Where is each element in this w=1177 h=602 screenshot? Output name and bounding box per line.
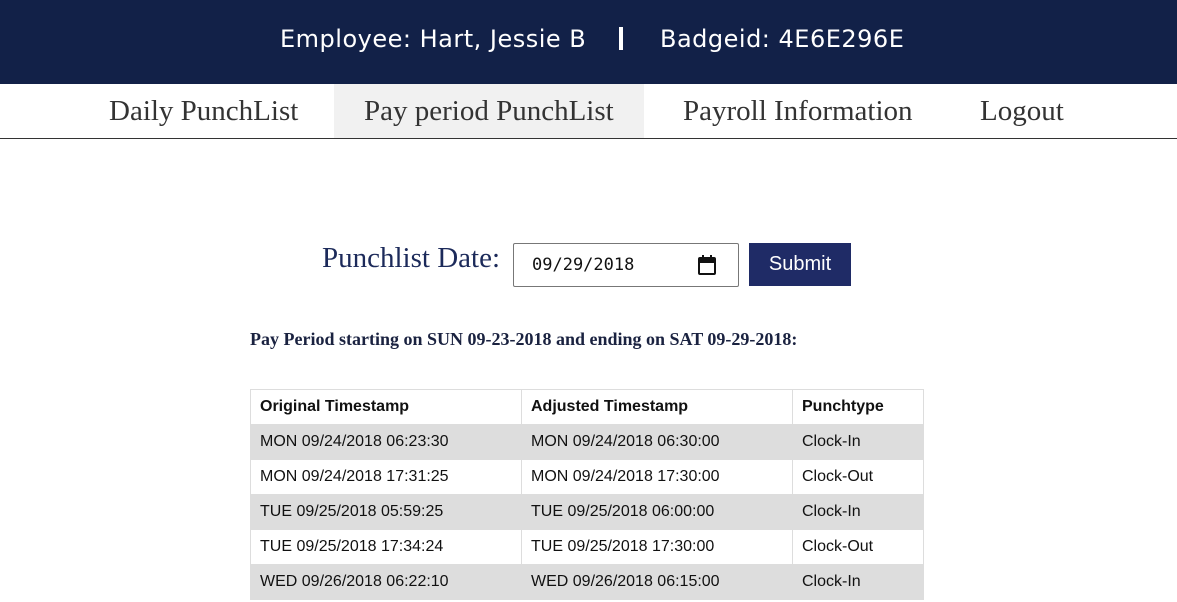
punchtype-cell: Clock-In — [792, 424, 924, 460]
original-timestamp-cell: TUE 09/25/2018 05:59:25 — [250, 494, 522, 530]
adjusted-timestamp-cell: MON 09/24/2018 17:30:00 — [521, 459, 793, 495]
tab-daily-punchlist[interactable]: Daily PunchList — [79, 84, 328, 138]
table-header-row: Original Timestamp Adjusted Timestamp Pu… — [250, 389, 924, 425]
table-row: TUE 09/25/2018 05:59:25 TUE 09/25/2018 0… — [250, 494, 924, 530]
badge-id: Badgeid: 4E6E296E — [660, 25, 905, 53]
table-row: MON 09/24/2018 06:23:30 MON 09/24/2018 0… — [250, 424, 924, 460]
employee-name: Employee: Hart, Jessie B — [280, 25, 587, 53]
punchtype-cell: Clock-Out — [792, 459, 924, 495]
top-header: Employee: Hart, Jessie B Badgeid: 4E6E29… — [0, 0, 1177, 84]
punchtype-cell: Clock-In — [792, 564, 924, 600]
adjusted-timestamp-cell: TUE 09/25/2018 06:00:00 — [521, 494, 793, 530]
punchlist-date-label: Punchlist Date: — [322, 242, 501, 274]
pay-period-heading: Pay Period starting on SUN 09-23-2018 an… — [250, 329, 798, 349]
table-row: TUE 09/25/2018 17:34:24 TUE 09/25/2018 1… — [250, 529, 924, 565]
original-timestamp-cell: WED 09/26/2018 06:22:10 — [250, 564, 522, 600]
submit-button[interactable]: Submit — [749, 243, 851, 286]
tab-payroll-information[interactable]: Payroll Information — [653, 84, 943, 138]
punchtype-cell: Clock-In — [792, 494, 924, 530]
punchtype-cell: Clock-Out — [792, 529, 924, 565]
adjusted-timestamp-cell: WED 09/26/2018 06:15:00 — [521, 564, 793, 600]
table-row: WED 09/26/2018 06:22:10 WED 09/26/2018 0… — [250, 564, 924, 600]
tab-logout[interactable]: Logout — [950, 84, 1094, 138]
original-timestamp-cell: TUE 09/25/2018 17:34:24 — [250, 529, 522, 565]
original-timestamp-cell: MON 09/24/2018 06:23:30 — [250, 424, 522, 460]
calendar-icon[interactable] — [698, 255, 716, 275]
column-header-original: Original Timestamp — [250, 389, 522, 425]
column-header-punchtype: Punchtype — [792, 389, 924, 425]
date-value: 09/29/2018 — [532, 255, 635, 275]
header-divider — [619, 27, 623, 50]
punch-table: Original Timestamp Adjusted Timestamp Pu… — [250, 389, 924, 600]
table-row: MON 09/24/2018 17:31:25 MON 09/24/2018 1… — [250, 459, 924, 495]
column-header-adjusted: Adjusted Timestamp — [521, 389, 793, 425]
original-timestamp-cell: MON 09/24/2018 17:31:25 — [250, 459, 522, 495]
adjusted-timestamp-cell: MON 09/24/2018 06:30:00 — [521, 424, 793, 460]
adjusted-timestamp-cell: TUE 09/25/2018 17:30:00 — [521, 529, 793, 565]
tab-pay-period-punchlist[interactable]: Pay period PunchList — [334, 84, 644, 138]
punchlist-date-input[interactable]: 09/29/2018 — [513, 243, 739, 287]
nav-bar: Daily PunchList Pay period PunchList Pay… — [0, 84, 1177, 139]
